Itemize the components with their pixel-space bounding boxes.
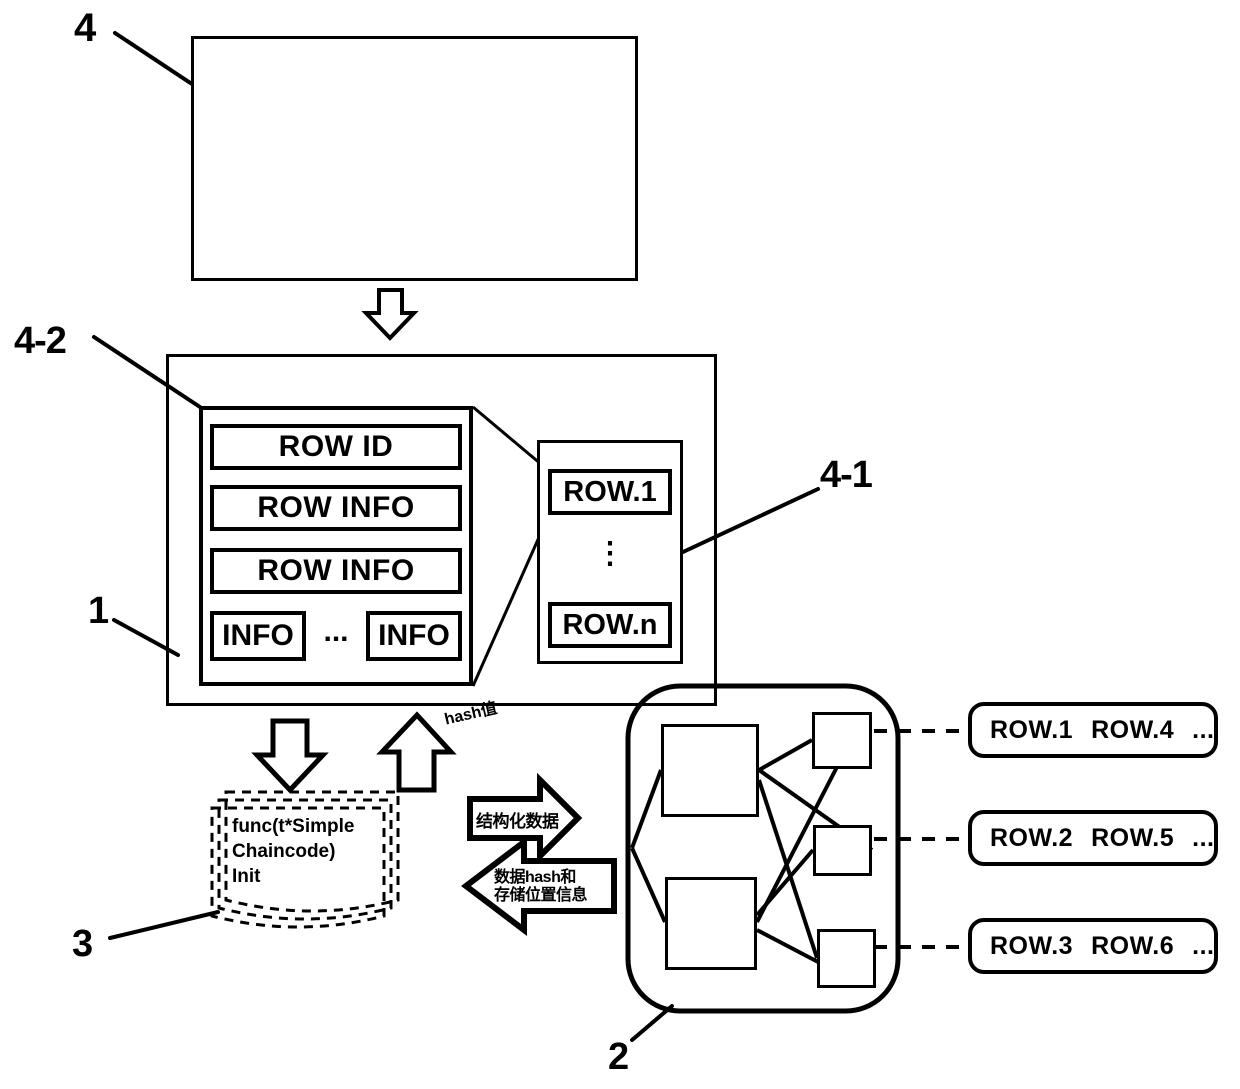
peer-node-small-3: [817, 929, 876, 988]
ledger-row-pill-1-second: ROW.4: [1091, 715, 1175, 744]
chaincode-function-label: func(t*Simple Chaincode) Init: [232, 816, 355, 888]
ledger-row-pill-3-first: ROW.3: [990, 931, 1074, 960]
ledger-row-pill-3-ellipsis: ...: [1192, 931, 1215, 960]
info-cell-left: INFO: [210, 611, 306, 661]
structured-data-arrow-label: 结构化数据: [476, 812, 559, 831]
ledger-row-pill-2-first: ROW.2: [990, 823, 1074, 852]
ledger-row-pill-3: ROW.3 ROW.6 ...: [968, 918, 1218, 974]
reference-label-1: 1: [88, 590, 110, 632]
ledger-row-pill-1: ROW.1 ROW.4 ...: [968, 702, 1218, 758]
reference-label-2: 2: [608, 1036, 630, 1078]
reference-label-4-2: 4-2: [14, 320, 67, 362]
block-arrow-up-hash: [376, 711, 457, 793]
info-cell-right: INFO: [365, 611, 462, 661]
hash-location-arrow-label: 数据hash和 存储位置信息: [494, 869, 588, 904]
diagram-canvas: 4 4-2 1 4-1 3 2 ROW ID ROW INFO ROW INFO…: [0, 0, 1240, 1089]
block-arrow-down-top: [361, 288, 419, 341]
ledger-row-pill-3-second: ROW.6: [1091, 931, 1175, 960]
peer-node-small-2: [813, 825, 872, 876]
ledger-row-pill-2-ellipsis: ...: [1192, 823, 1215, 852]
application-layer-box: [191, 36, 638, 281]
info-cell-group: INFO ... INFO: [210, 611, 462, 661]
field-row-info-2: ROW INFO: [210, 548, 462, 594]
peer-node-large-1: [661, 724, 759, 817]
leader-line-3: [108, 910, 220, 940]
field-row-info-1: ROW INFO: [210, 485, 462, 531]
peer-node-large-2: [665, 877, 757, 970]
ledger-row-pill-1-ellipsis: ...: [1192, 715, 1215, 744]
ledger-row-pill-1-first: ROW.1: [990, 715, 1074, 744]
info-cell-ellipsis: ...: [323, 615, 349, 648]
peer-node-small-1: [812, 712, 872, 769]
reference-label-3: 3: [72, 923, 94, 965]
row-list-vertical-ellipsis: ⋮: [595, 536, 625, 570]
row-list-cell-first: ROW.1: [548, 469, 672, 515]
row-list-cell-last: ROW.n: [548, 602, 672, 648]
block-arrow-down-chaincode: [251, 718, 329, 794]
ledger-row-pill-2: ROW.2 ROW.5 ...: [968, 810, 1218, 866]
field-row-id: ROW ID: [210, 424, 462, 470]
reference-label-4: 4: [74, 6, 97, 50]
ledger-row-pill-2-second: ROW.5: [1091, 823, 1175, 852]
cluster-to-pill-links: [874, 729, 968, 949]
reference-label-4-1: 4-1: [820, 454, 873, 496]
